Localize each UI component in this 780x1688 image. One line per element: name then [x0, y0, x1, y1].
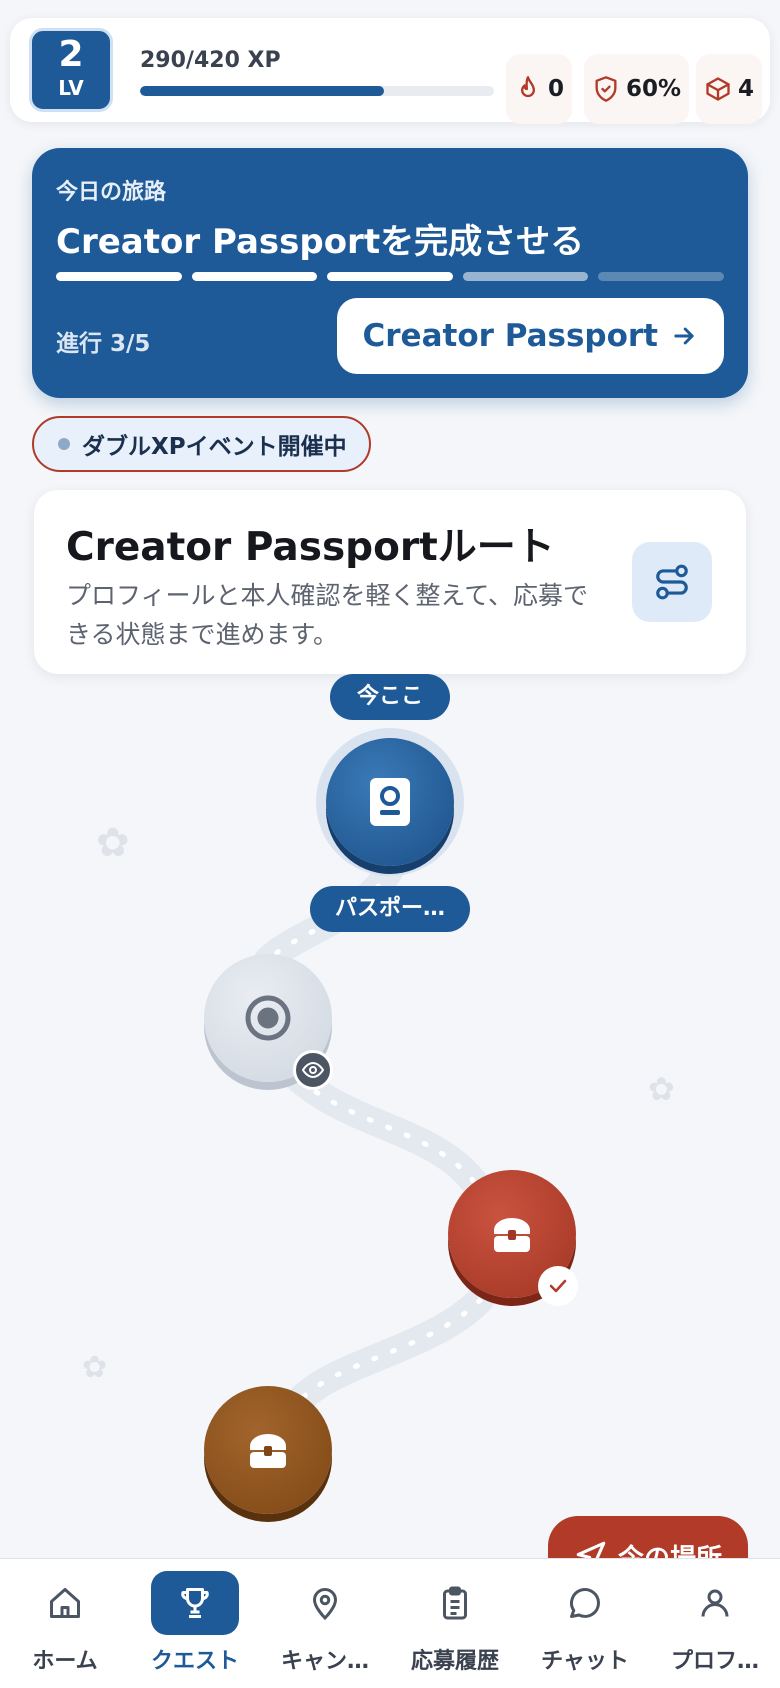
nav-item-applications[interactable]: 応募履歴: [396, 1571, 514, 1688]
nav-label-applications: 応募履歴: [410, 1649, 499, 1674]
xp-text: 290/420 XP: [140, 48, 281, 73]
flower-decoration-icon: ✿: [648, 1070, 675, 1108]
level-badge[interactable]: 2 LV: [29, 28, 113, 112]
route-icon: [656, 564, 688, 600]
route-description: プロフィールと本人確認を軽く整えて、応募できる状態まで進めます。: [66, 581, 589, 649]
nav-item-campaign[interactable]: キャン…: [266, 1571, 384, 1688]
bottom-navigation: ホーム クエスト キャン… 応募履歴 チャット プロフ…: [0, 1558, 780, 1688]
journey-segment: [462, 272, 589, 281]
nav-label-home: ホーム: [32, 1649, 98, 1674]
flame-icon: [521, 76, 535, 98]
shield-stat[interactable]: 60%: [584, 54, 690, 124]
event-dot: [58, 438, 70, 450]
clipboard-icon: [411, 1571, 499, 1635]
arrow-right-icon: [674, 327, 694, 345]
route-card: Creator Passportルート プロフィールと本人確認を軽く整えて、応募…: [34, 490, 746, 674]
journey-progress-label: 進行 3/5: [56, 331, 151, 357]
quest-node-label: パスポー…: [310, 886, 470, 932]
quest-node-chest[interactable]: [204, 1386, 332, 1514]
target-icon: [245, 995, 291, 1041]
box-stat[interactable]: 4: [696, 54, 763, 124]
event-label: ダブルXPイベント開催中: [82, 434, 347, 460]
completed-check-icon: [538, 1266, 578, 1306]
nav-item-home[interactable]: ホーム: [6, 1571, 124, 1688]
shield-value: 60%: [626, 76, 682, 102]
box-icon: [706, 77, 730, 101]
user-icon: [671, 1571, 759, 1635]
quest-node-passport[interactable]: [326, 738, 454, 866]
passport-icon: [370, 778, 410, 826]
level-label: LV: [58, 76, 84, 100]
nav-item-chat[interactable]: チャット: [526, 1571, 644, 1688]
shield-check-icon: [595, 76, 617, 102]
xp-progress-fill: [140, 86, 385, 96]
journey-segment: [327, 272, 453, 281]
home-icon: [21, 1571, 109, 1635]
nav-label-quest: クエスト: [150, 1649, 239, 1674]
flower-decoration-icon: ✿: [96, 820, 130, 866]
quest-map: ✿ ✿ ✿ 今ここ パスポー…: [0, 660, 780, 1560]
journey-segment: [598, 272, 724, 281]
preview-eye-icon[interactable]: [293, 1050, 333, 1090]
current-location-marker: 今ここ: [330, 674, 450, 720]
nav-label-chat: チャット: [541, 1649, 629, 1674]
nav-label-profile: プロフ…: [670, 1649, 759, 1674]
flower-decoration-icon: ✿: [82, 1350, 108, 1385]
journey-subtitle: 今日の旅路: [56, 180, 167, 205]
stats-bar: 2 LV 290/420 XP 0 60% 4: [10, 18, 770, 124]
journey-title: Creator Passportを完成させる: [56, 222, 585, 262]
route-title: Creator Passportルート: [66, 525, 555, 570]
nav-item-profile[interactable]: プロフ…: [656, 1571, 774, 1688]
treasure-chest-icon: [494, 1218, 530, 1252]
daily-journey-card: 今日の旅路 Creator Passportを完成させる 進行 3/5 Crea…: [32, 148, 748, 398]
map-pin-icon: [281, 1571, 369, 1635]
journey-segment: [56, 272, 182, 281]
journey-cta-button[interactable]: Creator Passport: [336, 298, 724, 374]
route-switch-button[interactable]: [632, 542, 712, 622]
streak-value: 0: [548, 76, 565, 102]
nav-item-quest[interactable]: クエスト: [136, 1571, 254, 1688]
journey-progress-segments: [56, 272, 724, 281]
box-value: 4: [738, 76, 755, 102]
nav-label-campaign: キャン…: [280, 1649, 369, 1674]
journey-cta-label: Creator Passport: [362, 318, 658, 354]
xp-progress-bar: [140, 86, 494, 96]
chat-icon: [541, 1571, 629, 1635]
streak-stat[interactable]: 0: [506, 54, 573, 124]
journey-segment: [191, 272, 318, 281]
level-number: 2: [58, 34, 84, 75]
double-xp-event-badge[interactable]: ダブルXPイベント開催中: [32, 416, 371, 472]
treasure-chest-icon: [250, 1434, 286, 1468]
trophy-icon: [151, 1571, 239, 1635]
